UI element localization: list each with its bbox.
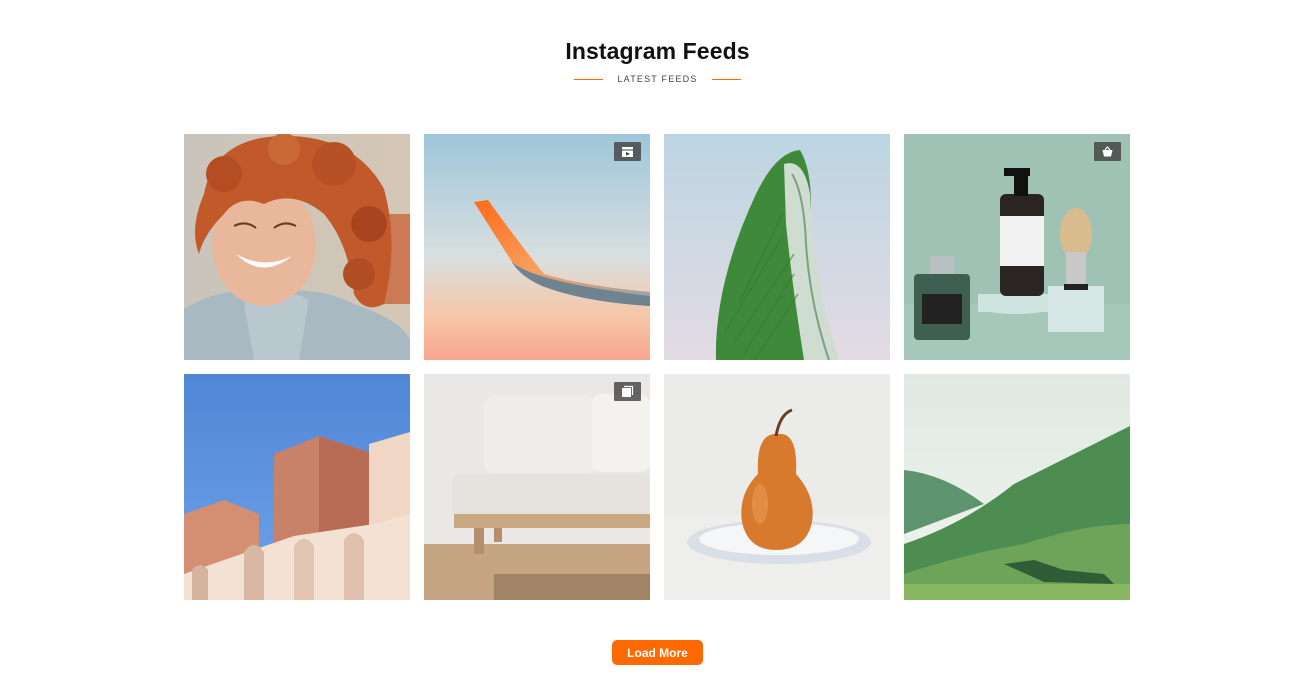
subtitle-divider-left: [574, 78, 604, 80]
pear-photo: [664, 374, 890, 600]
feed-item-banana-leaf-photo[interactable]: [664, 134, 890, 360]
carousel-icon: [622, 385, 634, 397]
feed-item-building-photo[interactable]: [184, 374, 410, 600]
airplane-wing-photo: [424, 134, 650, 360]
carousel-badge: [614, 382, 641, 401]
instagram-feed-grid: [184, 134, 1130, 600]
cosmetics-photo: [904, 134, 1130, 360]
mountains-photo: [904, 374, 1130, 600]
feed-item-sofa-photo[interactable]: [424, 374, 650, 600]
building-photo: [184, 374, 410, 600]
feed-item-cosmetics-photo[interactable]: [904, 134, 1130, 360]
feed-item-pear-photo[interactable]: [664, 374, 890, 600]
video-badge: [614, 142, 641, 161]
load-more-button[interactable]: Load More: [612, 640, 703, 665]
section-header: Instagram Feeds LATEST FEEDS: [0, 38, 1315, 84]
video-icon: [622, 147, 633, 157]
sofa-photo: [424, 374, 650, 600]
shop-badge: [1094, 142, 1121, 161]
section-subtitle: LATEST FEEDS: [617, 74, 698, 84]
section-title: Instagram Feeds: [565, 38, 750, 64]
feed-item-airplane-wing-photo[interactable]: [424, 134, 650, 360]
subtitle-divider-right: [711, 78, 741, 80]
feed-item-woman-photo[interactable]: [184, 134, 410, 360]
banana-leaf-photo: [664, 134, 890, 360]
shopping-bag-icon: [1102, 146, 1113, 157]
subtitle-row: LATEST FEEDS: [0, 74, 1315, 84]
feed-item-mountains-photo[interactable]: [904, 374, 1130, 600]
woman-photo: [184, 134, 410, 360]
